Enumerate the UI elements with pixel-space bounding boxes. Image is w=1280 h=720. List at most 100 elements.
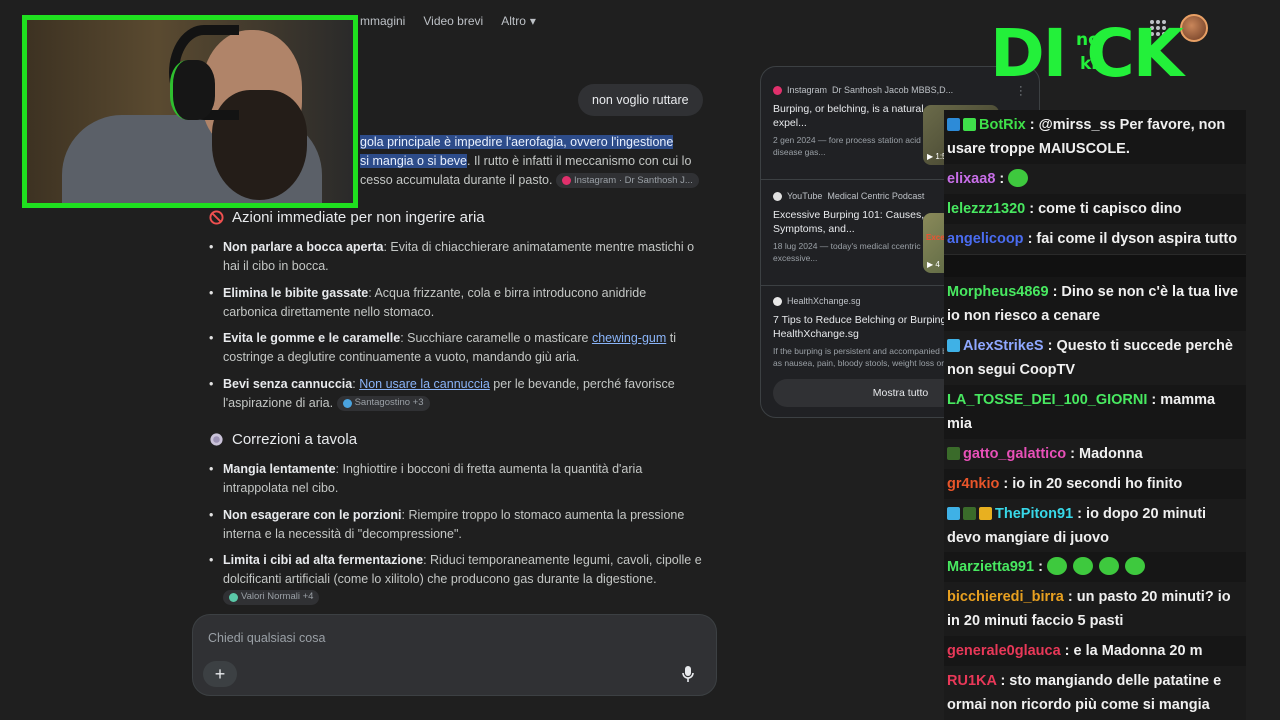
chat-username[interactable]: AlexStrikeS: [963, 338, 1044, 354]
list-item: Non parlare a bocca aperta: Evita di chi…: [209, 238, 703, 275]
microphone-icon[interactable]: [681, 665, 695, 683]
chat-message: gatto_galattico : Madonna: [944, 439, 1246, 470]
list-item: Elimina le bibite gassate: Acqua frizzan…: [209, 284, 703, 321]
chat-text: : come ti capisco dino: [1025, 201, 1182, 217]
chat-message: AlexStrikeS : Questo ti succede perchè n…: [944, 331, 1246, 386]
source-site-name: Instagram: [787, 85, 828, 95]
video-duration: 4: [935, 260, 940, 269]
source-author: Medical Centric Podcast: [827, 191, 925, 201]
intro-rest-2: cesso accumulata durante il pasto.: [360, 173, 553, 187]
chat-message: Marzietta991 :: [944, 552, 1246, 583]
chat-badge-icon: [979, 507, 992, 520]
source-chip-label: Instagram · Dr Santhosh J...: [573, 175, 693, 187]
intro-highlight-2: si mangia o si beve: [360, 154, 468, 168]
tab-images[interactable]: mmagini: [360, 14, 405, 28]
channel-logo: DI CK no ki: [990, 18, 1250, 90]
chat-text: : e la Madonna 20 m: [1060, 643, 1203, 659]
valori-normali-icon: [229, 593, 238, 603]
chat-username[interactable]: lelezzz1320: [947, 201, 1025, 217]
stream-chat: BotRix : @mirss_ss Per favore, non usare…: [944, 110, 1246, 720]
source-site-name: YouTube: [787, 191, 823, 201]
source-chip-label: Valori Normali +4: [241, 591, 314, 603]
youtube-icon: [773, 191, 782, 201]
intro-rest-1: . Il rutto è infatti il meccanismo con c…: [467, 154, 692, 168]
instagram-icon: [561, 176, 571, 186]
list-item: Mangia lentamente: Inghiottire i bocconi…: [209, 460, 703, 497]
list-item-bold: Evita le gomme e le caramelle: [223, 331, 401, 345]
user-message-bubble: non voglio ruttare: [578, 84, 703, 116]
list-item-bold: Non parlare a bocca aperta: [223, 240, 384, 254]
source-chip[interactable]: Instagram · Dr Santhosh J...: [555, 173, 699, 189]
list-item: Limita i cibi ad alta fermentazione: Rid…: [209, 551, 703, 607]
chat-badge-icon: [947, 507, 960, 520]
chat-message: LA_TOSSE_DEI_100_GIORNI : mamma mia: [944, 385, 1246, 440]
chat-username[interactable]: angelicoop: [947, 231, 1024, 247]
chat-text: : io in 20 secondi ho finito: [999, 476, 1183, 492]
chat-username[interactable]: bicchieredi_birra: [947, 589, 1064, 605]
source-chip-label: Santagostino +3: [354, 396, 424, 408]
chat-badge-icon: [963, 118, 976, 131]
chat-message: Morpheus4869 : Dino se non c'è la tua li…: [944, 277, 1246, 332]
source-chip[interactable]: Valori Normali +4: [223, 590, 320, 606]
chat-username[interactable]: RU1KA: [947, 673, 996, 689]
chat-text: :: [1034, 559, 1047, 575]
chat-emote-icon: [1008, 169, 1029, 187]
section-heading-table-corrections: Correzioni a tavola: [208, 431, 357, 448]
ask-input-box[interactable]: Chiedi qualsiasi cosa +: [192, 614, 717, 696]
chat-username[interactable]: Morpheus4869: [947, 284, 1049, 300]
list-item-bold: Limita i cibi ad alta fermentazione: [223, 553, 424, 567]
chat-username[interactable]: gr4nkio: [947, 476, 999, 492]
list-item-bold: Elimina le bibite gassate: [223, 286, 369, 300]
tab-short-videos[interactable]: Video brevi: [423, 14, 483, 28]
chat-username[interactable]: LA_TOSSE_DEI_100_GIORNI: [947, 392, 1147, 408]
chat-message: angelicoop : fai come il dyson aspira tu…: [944, 224, 1246, 255]
ask-placeholder: Chiedi qualsiasi cosa: [208, 631, 326, 645]
chat-message: BotRix : @mirss_ss Per favore, non usare…: [944, 110, 1246, 165]
tab-more[interactable]: Altro ▾: [501, 14, 536, 28]
chat-emote-icon: [1046, 557, 1067, 575]
tab-more-label: Altro: [501, 14, 526, 28]
chat-badge-icon: [947, 339, 960, 352]
section-heading-immediate-actions: Azioni immediate per non ingerire aria: [208, 209, 485, 226]
chat-username[interactable]: ThePiton91: [995, 506, 1073, 522]
chat-message: lelezzz1320 : come ti capisco dino: [944, 194, 1246, 225]
play-icon: ▶ 4: [927, 260, 940, 269]
chat-text: : fai come il dyson aspira tutto: [1023, 231, 1238, 247]
section-title: Correzioni a tavola: [232, 431, 358, 448]
list-item-text: : Succhiare caramelle o masticare: [400, 331, 592, 345]
source-site-name: HealthXchange.sg: [787, 296, 861, 306]
list-item: Non esagerare con le porzioni: Riempire …: [209, 506, 703, 543]
list-item: Bevi senza cannuccia: Non usare la cannu…: [209, 375, 703, 412]
chat-emote-icon: [1098, 557, 1119, 575]
instagram-icon: [773, 85, 782, 95]
straw-link[interactable]: Non usare la cannuccia: [359, 377, 490, 391]
chat-emote-icon: [1124, 557, 1145, 575]
santagostino-icon: [342, 398, 352, 408]
chat-message: gr4nkio : io in 20 secondi ho finito: [944, 469, 1246, 500]
chat-username[interactable]: generale0glauca: [947, 643, 1061, 659]
chat-username[interactable]: Marzietta991: [947, 559, 1034, 575]
chat-username[interactable]: BotRix: [979, 117, 1026, 133]
answer-intro: gola principale è impedire l'aerofagia, …: [360, 133, 700, 190]
section-title: Azioni immediate per non ingerire aria: [232, 209, 485, 226]
chat-message: elixaa8 :: [944, 164, 1246, 195]
chevron-down-icon: ▾: [529, 14, 536, 28]
chat-badge-icon: [947, 447, 960, 460]
intro-highlight-1: gola principale è impedire l'aerofagia, …: [360, 135, 674, 149]
headset-earcup: [170, 60, 215, 120]
chat-text: :: [995, 171, 1009, 187]
webcam-overlay: [22, 15, 358, 208]
healthxchange-icon: [773, 296, 782, 306]
add-button[interactable]: +: [203, 661, 237, 687]
list-item-bold: Bevi senza cannuccia: [223, 377, 353, 391]
no-entry-icon: [208, 210, 224, 226]
source-site: YouTube Medical Centric Podcast: [773, 191, 963, 201]
chat-username[interactable]: gatto_galattico: [963, 446, 1066, 462]
source-chip[interactable]: Santagostino +3: [336, 395, 430, 411]
list-item-bold: Non esagerare con le porzioni: [223, 508, 402, 522]
chewing-gum-link[interactable]: chewing-gum: [592, 331, 666, 345]
source-author: Dr Santhosh Jacob MBBS,D...: [832, 85, 954, 95]
chat-username[interactable]: elixaa8: [947, 171, 995, 187]
logo-small-top: no: [1076, 30, 1100, 50]
chat-message: bicchieredi_birra : un pasto 20 minuti? …: [944, 582, 1246, 637]
